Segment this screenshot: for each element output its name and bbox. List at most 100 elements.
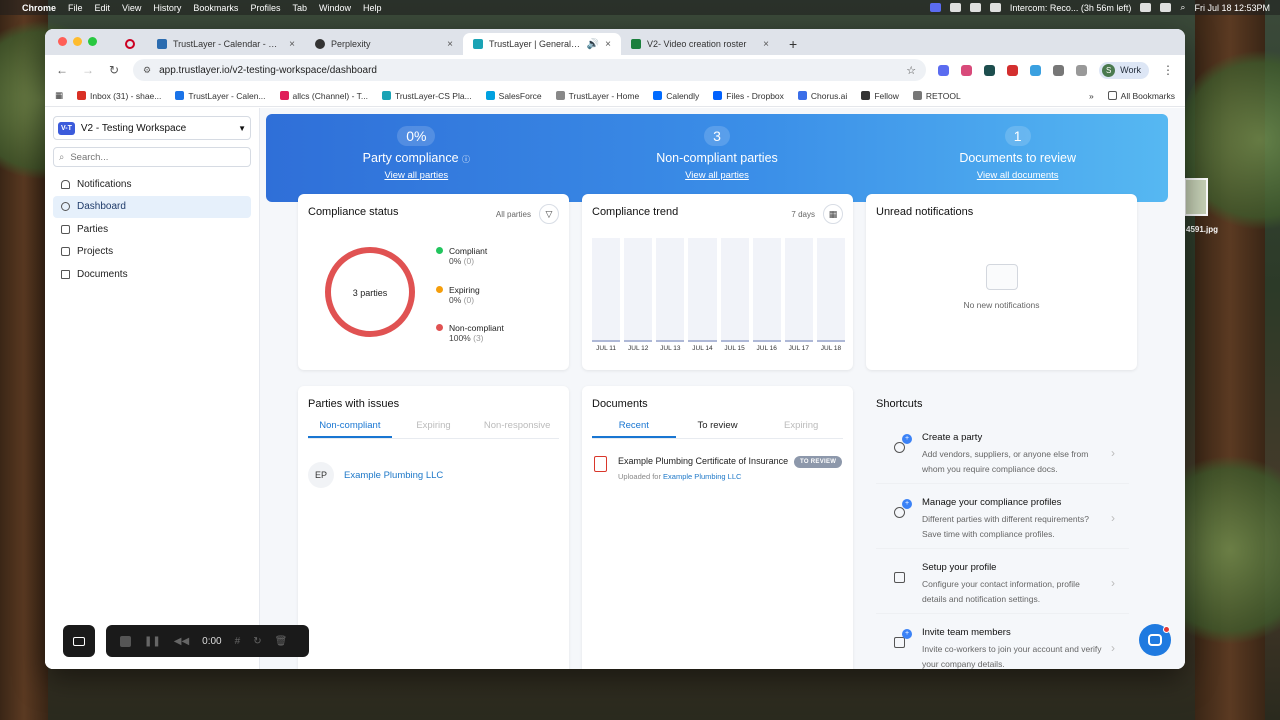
close-icon[interactable]: × xyxy=(289,39,295,50)
shortcut-invite-team[interactable]: + Invite team members Invite co-workers … xyxy=(876,617,1129,669)
extension-icon[interactable] xyxy=(1030,64,1042,76)
menu-profiles[interactable]: Profiles xyxy=(250,3,280,13)
grid-icon[interactable]: # xyxy=(235,636,241,647)
pause-icon[interactable]: ❚❚ xyxy=(144,636,161,647)
menubar-clock[interactable]: Fri Jul 18 12:53PM xyxy=(1194,3,1270,13)
extension-icon[interactable] xyxy=(938,64,950,76)
extensions-puzzle-icon[interactable] xyxy=(1053,64,1065,76)
tab-noncompliant[interactable]: Non-compliant xyxy=(308,420,392,438)
profile-button[interactable]: S Work xyxy=(1099,61,1149,79)
close-icon[interactable]: × xyxy=(605,39,611,50)
bookmark-item[interactable]: TrustLayer - Home xyxy=(555,91,639,101)
menu-bookmarks[interactable]: Bookmarks xyxy=(193,3,238,13)
close-icon[interactable]: × xyxy=(763,39,769,50)
restart-icon[interactable]: ↻ xyxy=(253,636,261,647)
back-icon[interactable]: ← xyxy=(55,63,69,77)
menu-history[interactable]: History xyxy=(153,3,181,13)
tab-expiring[interactable]: Expiring xyxy=(392,420,476,438)
site-info-icon[interactable]: ⚙ xyxy=(143,65,151,76)
tab-video-roster[interactable]: V2- Video creation roster × xyxy=(621,33,779,55)
party-row[interactable]: EP Example Plumbing LLC xyxy=(308,462,443,488)
extension-icon[interactable] xyxy=(984,64,996,76)
search-field[interactable]: ⌕ xyxy=(53,147,251,167)
bookmark-item[interactable]: Fellow xyxy=(861,91,899,101)
close-icon[interactable]: × xyxy=(447,39,453,50)
camera-toggle-button[interactable] xyxy=(63,625,95,657)
all-bookmarks-button[interactable]: All Bookmarks xyxy=(1107,91,1175,101)
sidebar-item-notifications[interactable]: Notifications xyxy=(53,173,251,196)
intercom-chat-button[interactable] xyxy=(1139,624,1171,656)
shortcut-setup-profile[interactable]: Setup your profile Configure your contac… xyxy=(876,552,1129,614)
apps-grid-icon[interactable]: ▦ xyxy=(55,90,63,101)
shortcut-compliance-profiles[interactable]: + Manage your compliance profiles Differ… xyxy=(876,487,1129,549)
sidebar-item-documents[interactable]: Documents xyxy=(53,263,251,286)
menu-view[interactable]: View xyxy=(122,3,141,13)
document-party-link[interactable]: Example Plumbing LLC xyxy=(663,472,741,481)
reload-icon[interactable]: ↻ xyxy=(107,63,121,77)
minimize-window-button[interactable] xyxy=(73,37,82,46)
bookmark-item[interactable]: Files - Dropbox xyxy=(713,91,784,101)
tab-calendar[interactable]: TrustLayer - Calendar - Week × xyxy=(147,33,305,55)
search-icon[interactable]: ⌕ xyxy=(1180,2,1185,13)
new-tab-button[interactable]: + xyxy=(779,33,807,55)
menu-help[interactable]: Help xyxy=(363,3,382,13)
tab-recent[interactable]: Recent xyxy=(592,420,676,438)
rewind-icon[interactable]: ◀◀ xyxy=(174,636,189,647)
close-window-button[interactable] xyxy=(58,37,67,46)
more-bookmarks-icon[interactable]: » xyxy=(1089,91,1094,101)
desktop-file-label[interactable]: 4591.jpg xyxy=(1186,225,1218,234)
tab-perplexity[interactable]: Perplexity × xyxy=(305,33,463,55)
bookmark-item[interactable]: SalesForce xyxy=(485,91,542,101)
status-icon[interactable] xyxy=(989,3,1001,12)
view-all-parties-link[interactable]: View all parties xyxy=(685,170,749,181)
kebab-menu-icon[interactable]: ⋮ xyxy=(1161,63,1175,77)
battery-icon[interactable] xyxy=(1140,3,1152,12)
bookmark-item[interactable]: RETOOL xyxy=(912,91,961,101)
extension-icon[interactable] xyxy=(1007,64,1019,76)
tab-recorder[interactable] xyxy=(115,33,147,55)
zoom-window-button[interactable] xyxy=(88,37,97,46)
wifi-icon[interactable] xyxy=(1160,3,1172,12)
sidepanel-icon[interactable] xyxy=(1076,64,1088,76)
bookmark-star-icon[interactable]: ☆ xyxy=(906,64,916,77)
view-all-parties-link[interactable]: View all parties xyxy=(384,170,448,181)
sidebar-item-dashboard[interactable]: Dashboard xyxy=(53,195,251,218)
menubar-app-name[interactable]: Chrome xyxy=(22,3,56,13)
party-name-link[interactable]: Example Plumbing LLC xyxy=(344,470,443,481)
bookmark-item[interactable]: TrustLayer-CS Pla... xyxy=(381,91,472,101)
sidebar-item-parties[interactable]: Parties xyxy=(53,218,251,241)
menu-edit[interactable]: Edit xyxy=(95,3,111,13)
shortcut-create-party[interactable]: + Create a party Add vendors, suppliers,… xyxy=(876,422,1129,484)
screen-record-icon[interactable] xyxy=(929,3,941,12)
menu-window[interactable]: Window xyxy=(319,3,351,13)
bookmark-item[interactable]: TrustLayer - Calen... xyxy=(175,91,266,101)
view-all-documents-link[interactable]: View all documents xyxy=(977,170,1059,181)
info-icon[interactable]: ⓘ xyxy=(462,155,470,164)
desktop-file-thumbnail[interactable] xyxy=(1184,178,1208,216)
menu-tab[interactable]: Tab xyxy=(292,3,307,13)
status-icon[interactable] xyxy=(949,3,961,12)
bookmark-item[interactable]: allcs (Channel) - T... xyxy=(279,91,368,101)
intercom-status[interactable]: Intercom: Reco... (3h 56m left) xyxy=(1010,3,1132,13)
extension-icon[interactable] xyxy=(961,64,973,76)
trash-icon[interactable]: 🗑 xyxy=(275,636,288,647)
filter-button[interactable]: ▽ xyxy=(539,204,559,224)
address-bar[interactable]: ⚙ app.trustlayer.io/v2-testing-workspace… xyxy=(133,59,927,81)
document-name[interactable]: Example Plumbing Certificate of Insuranc… xyxy=(618,456,790,466)
tab-expiring[interactable]: Expiring xyxy=(759,420,843,438)
stop-icon[interactable] xyxy=(120,635,131,647)
sidebar-item-projects[interactable]: Projects xyxy=(53,241,251,264)
menu-file[interactable]: File xyxy=(68,3,83,13)
search-input[interactable] xyxy=(70,151,231,163)
url-text[interactable]: app.trustlayer.io/v2-testing-workspace/d… xyxy=(159,65,377,76)
date-range-button[interactable]: ▦ xyxy=(823,204,843,224)
forward-icon[interactable]: → xyxy=(81,63,95,77)
tab-nonresponsive[interactable]: Non-responsive xyxy=(475,420,559,438)
bookmark-item[interactable]: Chorus.ai xyxy=(797,91,847,101)
tab-to-review[interactable]: To review xyxy=(676,420,760,438)
status-icon[interactable] xyxy=(969,3,981,12)
workspace-selector[interactable]: V-T V2 - Testing Workspace ▼ xyxy=(53,116,251,140)
bookmark-item[interactable]: Inbox (31) - shae... xyxy=(77,91,161,101)
bookmark-item[interactable]: Calendly xyxy=(653,91,699,101)
tab-trustlayer-settings[interactable]: TrustLayer | General settin 🔊 × xyxy=(463,33,621,55)
